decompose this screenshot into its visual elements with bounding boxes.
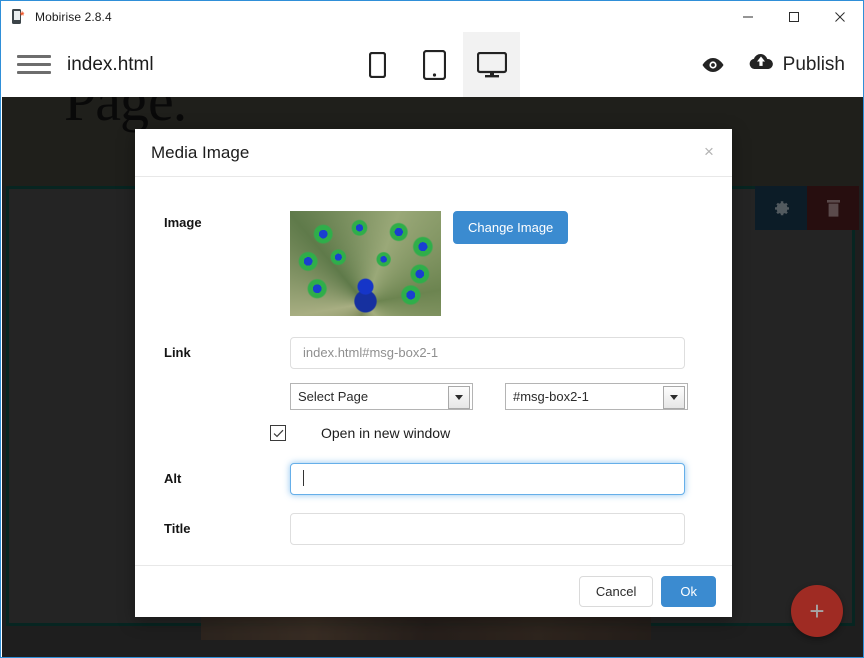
text-caret bbox=[303, 470, 304, 486]
select-anchor-value: #msg-box2-1 bbox=[513, 389, 589, 404]
alt-label: Alt bbox=[164, 471, 182, 486]
dialog-title: Media Image bbox=[151, 142, 250, 162]
dialog-footer: Cancel Ok bbox=[135, 565, 732, 617]
change-image-button[interactable]: Change Image bbox=[453, 211, 569, 244]
select-page-dropdown[interactable]: Select Page bbox=[290, 383, 473, 410]
select-anchor-dropdown[interactable]: #msg-box2-1 bbox=[505, 383, 688, 410]
alt-row: Alt bbox=[135, 463, 732, 495]
chevron-down-icon bbox=[663, 386, 685, 409]
title-label: Title bbox=[164, 521, 191, 536]
maximize-icon[interactable] bbox=[771, 1, 817, 32]
title-row: Title bbox=[135, 513, 732, 545]
dialog-body: Image Change Image Link index.html#msg-b… bbox=[135, 177, 732, 565]
title-input[interactable] bbox=[290, 513, 685, 545]
main-toolbar: index.html Publish bbox=[2, 32, 863, 98]
cancel-button[interactable]: Cancel bbox=[578, 576, 654, 607]
current-page-name[interactable]: index.html bbox=[67, 54, 154, 76]
eye-icon[interactable] bbox=[696, 48, 730, 82]
toolbar-right-actions: Publish bbox=[696, 32, 849, 97]
device-toggle-desktop[interactable] bbox=[463, 32, 520, 97]
device-toggle-tablet[interactable] bbox=[406, 32, 463, 97]
dialog-header: Media Image × bbox=[135, 129, 732, 177]
link-selects-row: Select Page #msg-box2-1 bbox=[135, 383, 732, 410]
open-new-window-row: Open in new window bbox=[135, 425, 732, 441]
window-title: Mobirise 2.8.4 bbox=[35, 9, 112, 24]
select-page-value: Select Page bbox=[298, 389, 369, 404]
publish-label: Publish bbox=[782, 53, 845, 75]
close-icon[interactable]: × bbox=[699, 141, 719, 161]
minimize-icon[interactable] bbox=[725, 1, 771, 32]
title-bar: * Mobirise 2.8.4 bbox=[1, 1, 863, 33]
hamburger-menu-icon[interactable] bbox=[17, 52, 51, 78]
publish-button[interactable]: Publish bbox=[748, 52, 849, 77]
mobirise-app-icon: * bbox=[11, 8, 27, 25]
chevron-down-icon bbox=[448, 386, 470, 409]
checkbox-checked-icon[interactable] bbox=[270, 425, 286, 441]
link-label: Link bbox=[164, 345, 191, 360]
open-new-window-label: Open in new window bbox=[321, 425, 451, 441]
peacock-photo-thumbnail[interactable] bbox=[290, 211, 441, 316]
application-window: * Mobirise 2.8.4 index.html Publish Page… bbox=[0, 0, 864, 658]
close-icon[interactable] bbox=[817, 1, 863, 32]
window-controls bbox=[725, 1, 863, 32]
device-toggle-mobile[interactable] bbox=[349, 32, 406, 97]
cloud-upload-icon bbox=[748, 52, 774, 77]
media-image-dialog: Media Image × Image Change Image Link in… bbox=[135, 129, 732, 617]
open-new-window-control[interactable]: Open in new window bbox=[270, 425, 450, 441]
device-preview-toggle-group bbox=[349, 32, 520, 97]
alt-input[interactable] bbox=[290, 463, 685, 495]
link-row: Link index.html#msg-box2-1 bbox=[135, 337, 732, 369]
ok-button[interactable]: Ok bbox=[661, 576, 716, 607]
image-label: Image bbox=[164, 215, 202, 230]
link-input[interactable]: index.html#msg-box2-1 bbox=[290, 337, 685, 369]
image-row: Image Change Image bbox=[135, 211, 732, 316]
